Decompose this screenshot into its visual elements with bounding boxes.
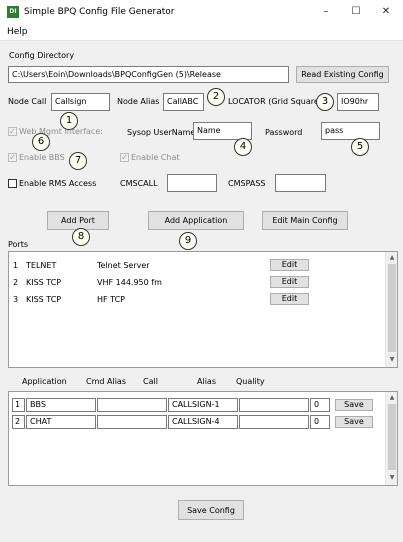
port-description: HF TCP: [97, 295, 125, 304]
scroll-up-icon[interactable]: ▲: [386, 253, 398, 263]
web-mgmt-label: Web Mgmt Interface:: [19, 127, 103, 136]
app-icon: DI: [7, 6, 19, 18]
node-alias-input[interactable]: CallABC: [163, 93, 204, 111]
config-directory-input[interactable]: C:\Users\Eoin\Downloads\BPQConfigGen (5)…: [8, 66, 289, 83]
application-row: 2 CHAT CALLSIGN-4 0 Save: [9, 415, 385, 429]
port-type: KISS TCP: [26, 295, 62, 304]
applications-panel: 1 BBS CALLSIGN-1 0 Save 2 CHAT CALLSIGN-…: [8, 391, 398, 486]
callout-3: 3: [316, 93, 334, 111]
save-config-button[interactable]: Save Config: [178, 500, 244, 520]
locator-input[interactable]: IO90hr: [337, 93, 379, 111]
close-button[interactable]: ✕: [371, 0, 401, 24]
web-mgmt-checkbox[interactable]: ✓: [8, 127, 17, 136]
enable-chat-checkbox[interactable]: ✓: [120, 153, 129, 162]
menu-help[interactable]: Help: [7, 26, 28, 38]
cmspass-input[interactable]: [275, 174, 326, 192]
header-call: Call: [143, 377, 158, 386]
enable-bbs-checkbox[interactable]: ✓: [8, 153, 17, 162]
callout-8: 8: [72, 228, 90, 246]
config-directory-label: Config Directory: [9, 51, 75, 60]
scroll-down-icon[interactable]: ▼: [386, 355, 398, 365]
callout-2: 2: [207, 88, 225, 106]
alias-field[interactable]: CALLSIGN-4: [168, 415, 238, 429]
sysop-username-label: Sysop UserName: [127, 128, 196, 137]
port-description: VHF 144.950 fm: [97, 278, 162, 287]
enable-chat-label: Enable Chat: [131, 153, 180, 162]
password-label: Password: [265, 128, 303, 137]
header-quality: Quality: [236, 377, 265, 386]
ports-scrollbar[interactable]: ▲ ▼: [385, 252, 397, 367]
port-row: 2 KISS TCP VHF 144.950 fm Edit: [9, 276, 385, 290]
quality-field[interactable]: [239, 415, 309, 429]
enable-bbs-label: Enable BBS: [19, 153, 65, 162]
application-row: 1 BBS CALLSIGN-1 0 Save: [9, 398, 385, 412]
save-application-button[interactable]: Save: [335, 399, 373, 411]
menu-bar: Help: [0, 24, 403, 41]
ports-panel: 1 TELNET Telnet Server Edit 2 KISS TCP V…: [8, 251, 398, 368]
port-type: KISS TCP: [26, 278, 62, 287]
enable-rms-label: Enable RMS Access: [19, 179, 97, 188]
enable-rms-checkbox[interactable]: [8, 179, 17, 188]
password-input[interactable]: pass: [321, 122, 380, 140]
node-call-label: Node Call: [8, 97, 47, 106]
scroll-up-icon[interactable]: ▲: [386, 393, 398, 403]
callout-5: 5: [351, 138, 369, 156]
application-name-field[interactable]: CHAT: [26, 415, 96, 429]
application-name-field[interactable]: BBS: [26, 398, 96, 412]
header-alias: Alias: [197, 377, 216, 386]
cmscall-label: CMSCALL: [120, 179, 158, 188]
scroll-thumb[interactable]: [388, 264, 396, 352]
cmd-alias-field[interactable]: [97, 398, 167, 412]
quality-field[interactable]: [239, 398, 309, 412]
port-type: TELNET: [26, 261, 57, 270]
app-index-field[interactable]: 1: [12, 398, 25, 412]
maximize-button[interactable]: ☐: [341, 0, 371, 24]
cmspass-label: CMSPASS: [228, 179, 266, 188]
edit-port-button[interactable]: Edit: [270, 259, 309, 271]
add-application-button[interactable]: Add Application: [148, 211, 244, 230]
edit-port-button[interactable]: Edit: [270, 276, 309, 288]
port-number: 3: [13, 295, 19, 304]
callout-4: 4: [234, 138, 252, 156]
port-row: 1 TELNET Telnet Server Edit: [9, 259, 385, 273]
port-number: 2: [13, 278, 19, 287]
title-bar: DI Simple BPQ Config File Generator – ☐ …: [0, 0, 403, 24]
port-row: 3 KISS TCP HF TCP Edit: [9, 293, 385, 307]
callout-7: 7: [69, 152, 87, 170]
port-description: Telnet Server: [97, 261, 150, 270]
cmscall-input[interactable]: [167, 174, 217, 192]
locator-label: LOCATOR (Grid Square): [228, 97, 322, 106]
quality-value-field[interactable]: 0: [310, 398, 330, 412]
minimize-button[interactable]: –: [311, 0, 341, 24]
header-cmd-alias: Cmd Alias: [86, 377, 126, 386]
scroll-thumb[interactable]: [388, 404, 396, 470]
scroll-down-icon[interactable]: ▼: [386, 473, 398, 483]
node-alias-label: Node Alias: [117, 97, 160, 106]
ports-label: Ports: [8, 240, 29, 249]
quality-value-field[interactable]: 0: [310, 415, 330, 429]
port-number: 1: [13, 261, 19, 270]
callout-1: 1: [60, 112, 78, 130]
applications-scrollbar[interactable]: ▲ ▼: [385, 392, 397, 485]
node-call-input[interactable]: Callsign: [51, 93, 110, 111]
cmd-alias-field[interactable]: [97, 415, 167, 429]
window-title: Simple BPQ Config File Generator: [24, 7, 175, 17]
alias-field[interactable]: CALLSIGN-1: [168, 398, 238, 412]
save-application-button[interactable]: Save: [335, 416, 373, 428]
callout-9: 9: [179, 232, 197, 250]
read-existing-config-button[interactable]: Read Existing Config: [296, 66, 389, 83]
add-port-button[interactable]: Add Port: [47, 211, 109, 230]
edit-port-button[interactable]: Edit: [270, 293, 309, 305]
callout-6: 6: [32, 133, 50, 151]
header-application: Application: [22, 377, 67, 386]
app-index-field[interactable]: 2: [12, 415, 25, 429]
edit-main-config-button[interactable]: Edit Main Config: [262, 211, 348, 230]
